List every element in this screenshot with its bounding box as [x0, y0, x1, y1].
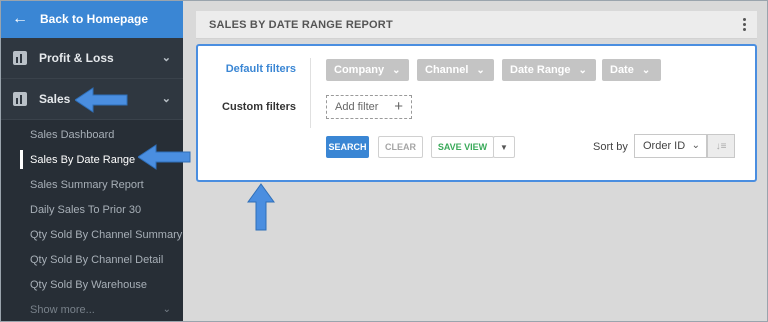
- chevron-down-icon: ⌄: [476, 64, 485, 76]
- sort-by-label: Sort by: [593, 141, 628, 153]
- page-title: SALES BY DATE RANGE REPORT: [209, 18, 393, 31]
- sidebar-subitem-qty-warehouse[interactable]: Qty Sold By Warehouse: [0, 272, 183, 297]
- arrow-left-icon: ←: [12, 10, 28, 27]
- annotation-arrow-sales-by-date-range: [138, 144, 191, 170]
- annotation-arrow-filter-panel: [247, 183, 275, 231]
- search-button[interactable]: SEARCH: [326, 136, 369, 158]
- filter-panel: Default filters Custom filters Company ⌄…: [196, 44, 757, 182]
- chip-label: Date Range: [510, 64, 571, 76]
- sort-direction-button[interactable]: ↓≡: [707, 134, 735, 158]
- chevron-down-icon: ⌄: [161, 52, 171, 64]
- sidebar-subitem-sales-summary-report[interactable]: Sales Summary Report: [0, 172, 183, 197]
- plus-icon: +: [394, 98, 403, 115]
- chevron-down-icon: ⌄: [641, 64, 651, 76]
- save-view-button[interactable]: SAVE VIEW: [431, 136, 494, 158]
- divider: [310, 58, 311, 128]
- show-more-label: Show more...: [30, 303, 95, 316]
- sort-descending-icon: ↓≡: [715, 140, 727, 152]
- chevron-down-icon: ⌄: [578, 64, 587, 76]
- sidebar-item-label: Sales: [39, 92, 71, 106]
- more-options-icon[interactable]: [743, 18, 747, 32]
- chevron-down-icon: ⌄: [161, 93, 171, 105]
- save-view-dropdown-button[interactable]: ▼: [493, 136, 515, 158]
- filter-chip-channel[interactable]: Channel ⌄: [417, 59, 494, 81]
- sidebar-subitem-daily-sales-prior-30[interactable]: Daily Sales To Prior 30: [0, 197, 183, 222]
- annotation-arrow-sales: [75, 87, 128, 113]
- chip-label: Company: [334, 64, 385, 76]
- chevron-down-icon: ⌄: [162, 304, 171, 315]
- sidebar-subitem-qty-channel-detail[interactable]: Qty Sold By Channel Detail: [0, 247, 183, 272]
- back-to-homepage-link[interactable]: ← Back to Homepage: [0, 0, 183, 38]
- chevron-down-icon: ⌄: [392, 64, 401, 76]
- back-label: Back to Homepage: [40, 12, 149, 26]
- sort-by-select[interactable]: Order ID ⌄: [634, 134, 707, 158]
- add-filter-label: Add filter: [335, 101, 379, 113]
- caret-down-icon: ▼: [500, 142, 508, 152]
- chip-label: Channel: [425, 64, 469, 76]
- add-filter-button[interactable]: Add filter +: [326, 95, 412, 119]
- bar-chart-icon: [13, 92, 27, 106]
- default-filters-label: Default filters: [225, 63, 296, 75]
- filter-chip-date-range[interactable]: Date Range ⌄: [502, 59, 596, 81]
- report-header: SALES BY DATE RANGE REPORT: [196, 11, 757, 39]
- custom-filters-label: Custom filters: [222, 101, 296, 113]
- show-more-link[interactable]: Show more... ⌄: [0, 297, 183, 322]
- sort-by-value: Order ID: [643, 140, 686, 152]
- clear-button[interactable]: CLEAR: [378, 136, 423, 158]
- sidebar-subitem-qty-channel-summary[interactable]: Qty Sold By Channel Summary: [0, 222, 183, 247]
- filter-chip-company[interactable]: Company ⌄: [326, 59, 409, 81]
- chip-label: Date: [610, 64, 634, 76]
- filter-chip-date[interactable]: Date ⌄: [602, 59, 661, 81]
- chevron-down-icon: ⌄: [691, 140, 700, 151]
- sidebar-item-profit-loss[interactable]: Profit & Loss ⌄: [0, 38, 183, 79]
- sidebar-item-label: Profit & Loss: [39, 51, 114, 65]
- bar-chart-icon: [13, 51, 27, 65]
